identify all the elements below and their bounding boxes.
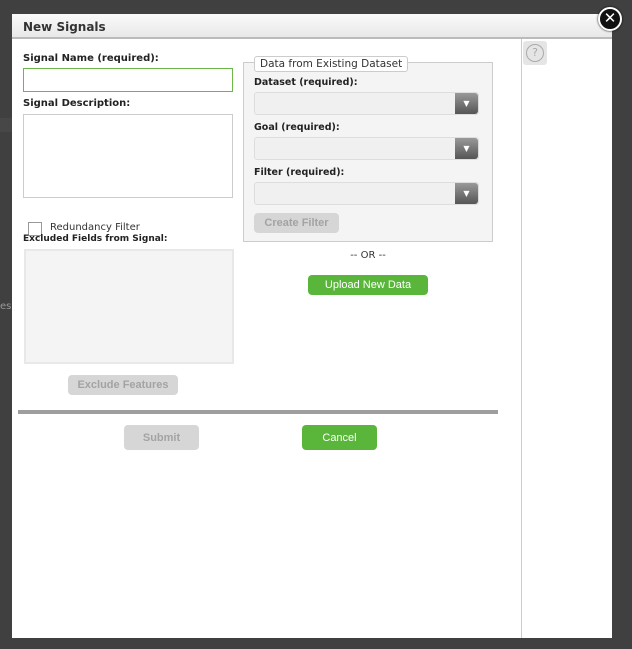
existing-dataset-fieldset: Data from Existing Dataset Dataset (requ… bbox=[243, 56, 493, 242]
excluded-fields-list[interactable] bbox=[24, 249, 234, 364]
chevron-down-icon: ▼ bbox=[455, 93, 478, 114]
cancel-button[interactable]: Cancel bbox=[302, 425, 377, 450]
signal-description-input[interactable] bbox=[23, 114, 233, 198]
filter-label: Filter (required): bbox=[254, 167, 345, 178]
exclude-features-button[interactable]: Exclude Features bbox=[68, 375, 178, 395]
existing-dataset-legend: Data from Existing Dataset bbox=[254, 56, 409, 72]
submit-button[interactable]: Submit bbox=[124, 425, 199, 450]
side-panel-divider bbox=[521, 39, 522, 638]
help-icon: ? bbox=[526, 44, 544, 62]
help-button[interactable]: ? bbox=[523, 41, 547, 65]
excluded-fields-label: Excluded Fields from Signal: bbox=[23, 234, 168, 244]
dialog-title: New Signals bbox=[23, 20, 106, 34]
divider bbox=[18, 410, 498, 414]
dataset-select[interactable]: ▼ bbox=[254, 92, 479, 115]
background-band bbox=[0, 118, 12, 132]
new-signals-dialog: New Signals ? Signal Name (required): Si… bbox=[12, 14, 612, 638]
chevron-down-icon: ▼ bbox=[455, 183, 478, 204]
dialog-titlebar: New Signals bbox=[12, 14, 612, 39]
background-text: es bbox=[0, 301, 12, 312]
signal-name-label: Signal Name (required): bbox=[23, 53, 159, 64]
goal-label: Goal (required): bbox=[254, 122, 340, 133]
redundancy-filter-label: Redundancy Filter bbox=[50, 222, 140, 233]
filter-select[interactable]: ▼ bbox=[254, 182, 479, 205]
signal-name-input[interactable] bbox=[23, 68, 233, 92]
or-separator: -- OR -- bbox=[350, 250, 386, 261]
create-filter-button[interactable]: Create Filter bbox=[254, 213, 339, 233]
dataset-label: Dataset (required): bbox=[254, 77, 358, 88]
close-icon[interactable]: ✕ bbox=[598, 7, 622, 31]
goal-select[interactable]: ▼ bbox=[254, 137, 479, 160]
chevron-down-icon: ▼ bbox=[455, 138, 478, 159]
upload-new-data-button[interactable]: Upload New Data bbox=[308, 275, 428, 295]
signal-description-label: Signal Description: bbox=[23, 98, 131, 109]
